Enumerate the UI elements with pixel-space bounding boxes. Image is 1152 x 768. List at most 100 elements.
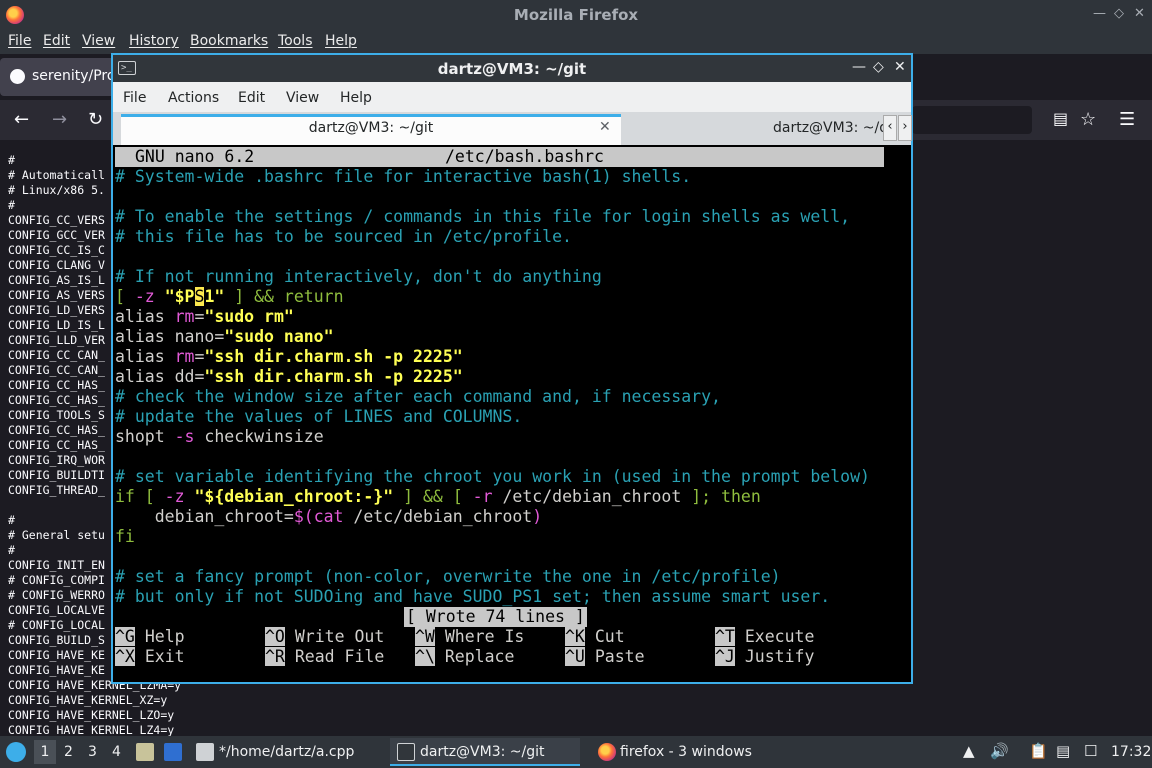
shortcut-label: Write Out — [294, 627, 385, 646]
notifications-icon[interactable]: ☐ — [1084, 742, 1097, 760]
terminal-window[interactable]: >_ dartz@VM3: ~/git — ◇ ✕ File Actions E… — [111, 53, 913, 684]
maximize-icon[interactable]: ◇ — [873, 59, 884, 75]
reader-view-icon[interactable]: ▤ — [1053, 109, 1068, 128]
code-line: # set a fancy prompt (non-color, overwri… — [115, 567, 781, 586]
menu-history[interactable]: History — [129, 33, 179, 49]
code-line: alias rm="sudo rm" — [115, 307, 294, 326]
start-menu-icon[interactable] — [6, 742, 26, 762]
nano-shortcut[interactable]: ^J Justify — [715, 647, 814, 667]
shortcut-label: Help — [144, 627, 185, 646]
code-line: # but only if not SUDOing and have SUDO_… — [115, 587, 831, 606]
code-line: # set variable identifying the chroot yo… — [115, 467, 870, 486]
menu-tools[interactable]: Tools — [278, 33, 313, 49]
bookmark-star-icon[interactable]: ☆ — [1080, 109, 1096, 130]
desktop-icon[interactable] — [164, 743, 182, 761]
nano-shortcut[interactable]: ^U Paste — [565, 647, 645, 667]
shortcut-label: Execute — [744, 627, 815, 646]
shortcut-label: Paste — [594, 647, 645, 666]
nano-header-bar: GNU nano 6.2/etc/bash.bashrc — [115, 147, 884, 167]
reload-icon[interactable]: ↻ — [88, 109, 103, 130]
back-arrow-icon[interactable]: ← — [14, 109, 29, 130]
firefox-tab-title: serenity/Pro — [32, 68, 116, 84]
shortcut-label: Exit — [144, 647, 185, 666]
code-line: [ -z "$PS1" ] && return — [115, 287, 344, 306]
task-firefox[interactable]: firefox - 3 windows — [620, 744, 752, 760]
workspace-1[interactable]: 1 — [34, 740, 56, 764]
nano-shortcut[interactable]: ^W Where Is — [415, 627, 524, 647]
nano-shortcut[interactable]: ^K Cut — [565, 627, 625, 647]
code-line: # System-wide .bashrc file for interacti… — [115, 167, 692, 186]
menu-edit[interactable]: Edit — [238, 90, 265, 106]
shortcut-key: ^W — [415, 627, 435, 646]
updates-icon[interactable]: ▲ — [963, 742, 975, 760]
task-terminal[interactable]: dartz@VM3: ~/git — [420, 744, 545, 760]
workspace-3[interactable]: 3 — [88, 744, 97, 760]
task-text-editor[interactable]: */home/dartz/a.cpp — [219, 744, 354, 760]
menu-view[interactable]: View — [82, 33, 115, 49]
code-line: # check the window size after each comma… — [115, 387, 721, 406]
shortcut-key: ^U — [565, 647, 585, 666]
shortcut-key: ^O — [265, 627, 285, 646]
code-line: if [ -z "${debian_chroot:-}" ] && [ -r /… — [115, 487, 761, 506]
github-icon — [10, 69, 25, 84]
close-icon[interactable]: ✕ — [1134, 6, 1145, 21]
text-cursor: S — [194, 287, 205, 306]
code-line: # To enable the settings / commands in t… — [115, 207, 851, 226]
shortcut-label: Justify — [744, 647, 815, 666]
clipboard-icon[interactable]: 📋 — [1029, 742, 1048, 760]
workspace-2[interactable]: 2 — [64, 744, 73, 760]
nano-shortcut[interactable]: ^\ Replace — [415, 647, 514, 667]
menu-bookmarks[interactable]: Bookmarks — [190, 33, 268, 49]
code-line: # this file has to be sourced in /etc/pr… — [115, 227, 572, 246]
shortcut-key: ^\ — [415, 647, 435, 666]
minimize-icon[interactable]: — — [1093, 6, 1106, 21]
minimize-icon[interactable]: — — [852, 59, 866, 75]
code-line: # If not running interactively, don't do… — [115, 267, 602, 286]
shortcut-key: ^K — [565, 627, 585, 646]
volume-icon[interactable]: 🔊 — [990, 742, 1009, 760]
url-bar[interactable] — [912, 106, 1032, 134]
terminal-menubar — [113, 82, 911, 112]
nano-status-message: [ Wrote 74 lines ] — [404, 607, 587, 627]
menu-file[interactable]: File — [123, 90, 146, 106]
nano-shortcut[interactable]: ^G Help — [115, 627, 185, 647]
tab-scroll-right-icon[interactable]: › — [898, 115, 912, 141]
firefox-icon — [598, 743, 616, 761]
maximize-icon[interactable]: ◇ — [1114, 6, 1124, 21]
text-editor-icon — [196, 743, 214, 761]
code-line: fi — [115, 527, 135, 546]
workspace-4[interactable]: 4 — [112, 744, 121, 760]
forward-arrow-icon[interactable]: → — [52, 109, 67, 130]
code-line: # update the values of LINES and COLUMNS… — [115, 407, 523, 426]
close-icon[interactable]: ✕ — [894, 59, 906, 75]
hamburger-menu-icon[interactable]: ☰ — [1119, 109, 1135, 130]
config-line: CONFIG_HAVE_KERNEL_LZO=y — [8, 708, 175, 722]
nano-shortcut[interactable]: ^O Write Out — [265, 627, 384, 647]
tab-scroll-left-icon[interactable]: ‹ — [883, 115, 897, 141]
shortcut-label: Replace — [444, 647, 515, 666]
shortcut-label: Where Is — [444, 627, 525, 646]
code-line: alias nano="sudo nano" — [115, 327, 334, 346]
file-manager-icon[interactable] — [136, 743, 154, 761]
nano-shortcut[interactable]: ^T Execute — [715, 627, 814, 647]
code-line: alias rm="ssh dir.charm.sh -p 2225" — [115, 347, 463, 366]
menu-view[interactable]: View — [286, 90, 319, 106]
terminal-tab-label[interactable]: dartz@VM3: ~/d — [773, 120, 888, 136]
code-line: shopt -s checkwinsize — [115, 427, 324, 446]
menu-file[interactable]: File — [8, 33, 31, 49]
menu-help[interactable]: Help — [340, 90, 372, 106]
nano-shortcut[interactable]: ^X Exit — [115, 647, 185, 667]
menu-actions[interactable]: Actions — [168, 90, 219, 106]
network-icon[interactable]: ▤ — [1056, 742, 1070, 760]
tab-close-icon[interactable]: ✕ — [599, 119, 611, 135]
config-line: CONFIG_HAVE_KERNEL_XZ=y — [8, 693, 168, 707]
menu-edit[interactable]: Edit — [43, 33, 70, 49]
nano-shortcut[interactable]: ^R Read File — [265, 647, 384, 667]
nano-editor[interactable]: GNU nano 6.2/etc/bash.bashrc # System-wi… — [113, 145, 911, 682]
menu-help[interactable]: Help — [325, 33, 357, 49]
shortcut-label: Cut — [594, 627, 625, 646]
terminal-window-title: dartz@VM3: ~/git — [437, 60, 587, 78]
clock: 17:32 — [1111, 744, 1152, 760]
shortcut-key: ^G — [115, 627, 135, 646]
code-line: alias dd="ssh dir.charm.sh -p 2225" — [115, 367, 463, 386]
